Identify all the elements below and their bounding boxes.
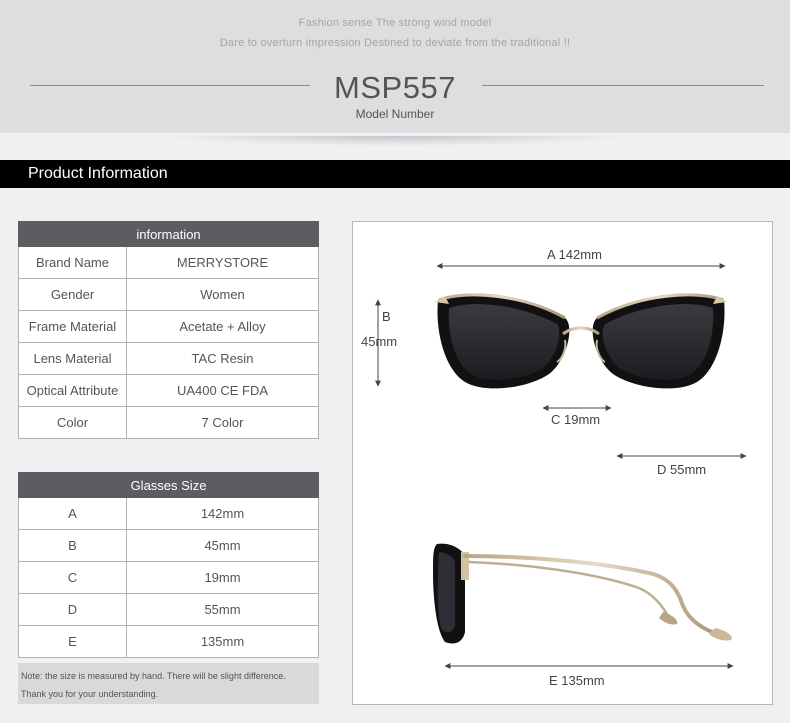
dimension-a-label: A 142mm: [547, 247, 602, 262]
temple-tip-inner: [659, 612, 678, 625]
section-title-bar: Product Information: [0, 160, 790, 188]
row-value: 19mm: [126, 561, 319, 594]
row-key: A: [18, 497, 127, 530]
table-row: Color 7 Color: [18, 406, 319, 439]
model-number-caption: Model Number: [355, 107, 435, 121]
table-row: Gender Women: [18, 278, 319, 311]
product-image-panel: A 142mm B 45mm C 19mm D 55mm E 135mm: [352, 221, 773, 705]
table-row: B 45mm: [18, 529, 319, 562]
table-row: C 19mm: [18, 561, 319, 594]
table-row: Frame Material Acetate + Alloy: [18, 310, 319, 343]
dimension-b-value: 45mm: [361, 334, 398, 349]
size-table-header: Glasses Size: [18, 472, 319, 498]
note-line-1: Note: the size is measured by hand. Ther…: [21, 671, 286, 681]
row-value: Women: [126, 278, 319, 311]
model-number: MSP557: [334, 70, 456, 105]
header-shadow: [160, 136, 630, 146]
glasses-illustration: [375, 263, 747, 669]
row-value: MERRYSTORE: [126, 246, 319, 279]
table-row: Brand Name MERRYSTORE: [18, 246, 319, 279]
dimension-e-label: E 135mm: [549, 673, 605, 688]
table-row: A 142mm: [18, 497, 319, 530]
row-value: TAC Resin: [126, 342, 319, 375]
row-value: 142mm: [126, 497, 319, 530]
dimension-b-letter: B: [382, 309, 391, 324]
table-header-row: information: [18, 221, 319, 247]
row-value: UA400 CE FDA: [126, 374, 319, 407]
row-key: E: [18, 625, 127, 658]
glasses-size-table: Glasses Size A 142mm B 45mm C 19mm D 55m…: [18, 472, 319, 658]
row-key: Gender: [18, 278, 127, 311]
row-value: 135mm: [126, 625, 319, 658]
info-table-header: information: [18, 221, 319, 247]
note-line-2: Thank you for your understanding.: [21, 689, 159, 699]
table-header-row: Glasses Size: [18, 472, 319, 498]
tagline-2: Dare to overturn impression Destined to …: [219, 37, 571, 49]
dimension-c-label: C 19mm: [551, 412, 601, 427]
glasses-front-view: [435, 293, 727, 389]
row-key: Frame Material: [18, 310, 127, 343]
product-info-table: information Brand Name MERRYSTORE Gender…: [18, 221, 319, 439]
size-note: Note: the size is measured by hand. Ther…: [18, 663, 319, 704]
row-key: Brand Name: [18, 246, 127, 279]
tagline-1: Fashion sense The strong wind model: [298, 17, 492, 29]
row-key: Color: [18, 406, 127, 439]
section-title: Product Information: [28, 165, 168, 182]
row-key: B: [18, 529, 127, 562]
dimension-d-label: D 55mm: [657, 462, 707, 477]
temple-arm: [463, 554, 725, 638]
row-value: Acetate + Alloy: [126, 310, 319, 343]
glasses-side-view: [433, 543, 732, 644]
table-row: Optical Attribute UA400 CE FDA: [18, 374, 319, 407]
row-value: 45mm: [126, 529, 319, 562]
temple-tip: [709, 628, 732, 641]
row-value: 55mm: [126, 593, 319, 626]
row-value: 7 Color: [126, 406, 319, 439]
row-key: C: [18, 561, 127, 594]
table-row: E 135mm: [18, 625, 319, 658]
header-banner: Fashion sense The strong wind model Dare…: [0, 0, 790, 133]
side-lens: [437, 552, 455, 633]
table-row: D 55mm: [18, 593, 319, 626]
row-key: D: [18, 593, 127, 626]
row-key: Optical Attribute: [18, 374, 127, 407]
row-key: Lens Material: [18, 342, 127, 375]
table-row: Lens Material TAC Resin: [18, 342, 319, 375]
